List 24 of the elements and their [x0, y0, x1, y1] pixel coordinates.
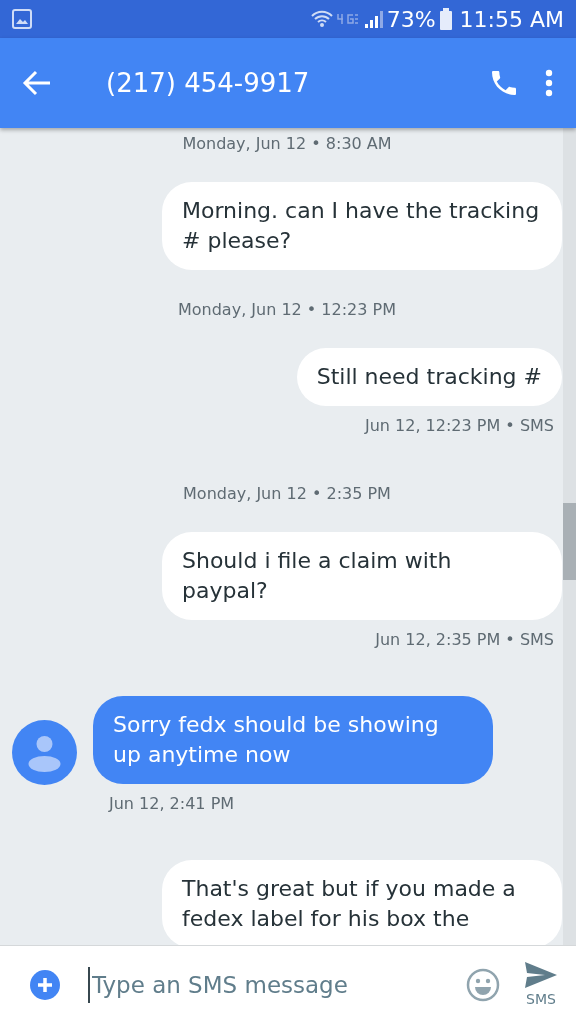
- back-button[interactable]: [22, 70, 52, 96]
- message-bubble: Sorry fedx should be showing up anytime now: [93, 696, 493, 784]
- clock: 11:55 AM: [459, 5, 564, 34]
- add-attachment-button[interactable]: [30, 970, 60, 1000]
- signal-icon: [362, 9, 383, 29]
- date-divider: Monday, Jun 12 • 12:23 PM: [176, 299, 397, 321]
- message-timestamp: Jun 12, 12:23 PM • SMS: [365, 415, 554, 437]
- message-bubble: That's great but if you made a fedex label for his box the: [162, 860, 562, 945]
- wifi-icon: [310, 9, 333, 29]
- gallery-icon: [12, 9, 32, 29]
- battery-level: 73%: [386, 5, 436, 34]
- message-timestamp: Jun 12, 2:35 PM • SMS: [375, 629, 554, 651]
- message-bubble: Still need tracking #: [296, 348, 562, 406]
- battery-icon: [439, 8, 452, 30]
- emoji-button[interactable]: [466, 968, 500, 1002]
- message-bubble: Morning. can I have the tracking # please?: [162, 182, 562, 270]
- contact-title: (217) 454-9917: [106, 66, 311, 100]
- date-divider: Monday, Jun 12 • 2:35 PM: [182, 483, 392, 505]
- lte-icon: [336, 13, 359, 25]
- avatar-icon: [12, 720, 77, 785]
- message-timestamp: Jun 12, 2:41 PM: [109, 793, 235, 815]
- date-divider: Monday, Jun 12 • 8:30 AM: [181, 133, 393, 155]
- message-bubble: Should i file a claim with paypal?: [162, 532, 562, 620]
- more-options-button[interactable]: [544, 68, 554, 98]
